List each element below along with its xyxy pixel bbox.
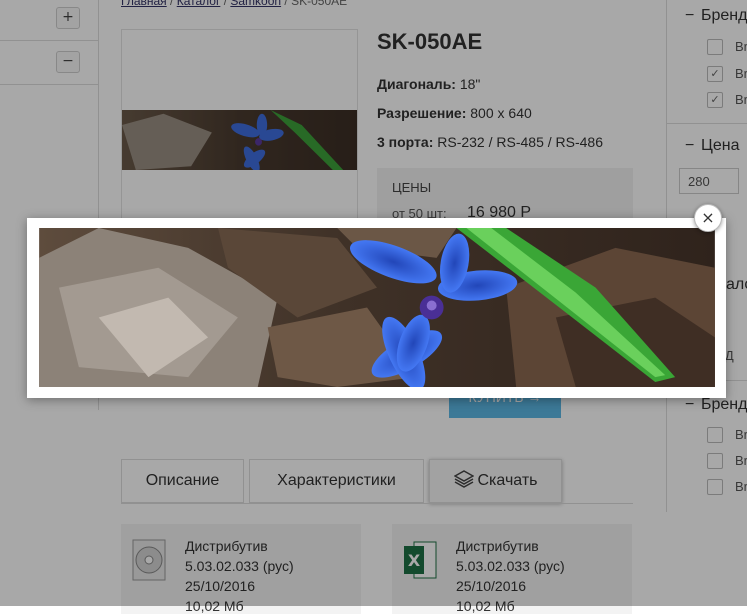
lightbox [27, 218, 726, 398]
blue-flower-photo [39, 228, 715, 387]
close-button[interactable]: × [694, 204, 722, 232]
page: + − Главная / Каталог / Samkoon / SK-050… [0, 0, 747, 614]
lightbox-image[interactable] [37, 228, 717, 387]
